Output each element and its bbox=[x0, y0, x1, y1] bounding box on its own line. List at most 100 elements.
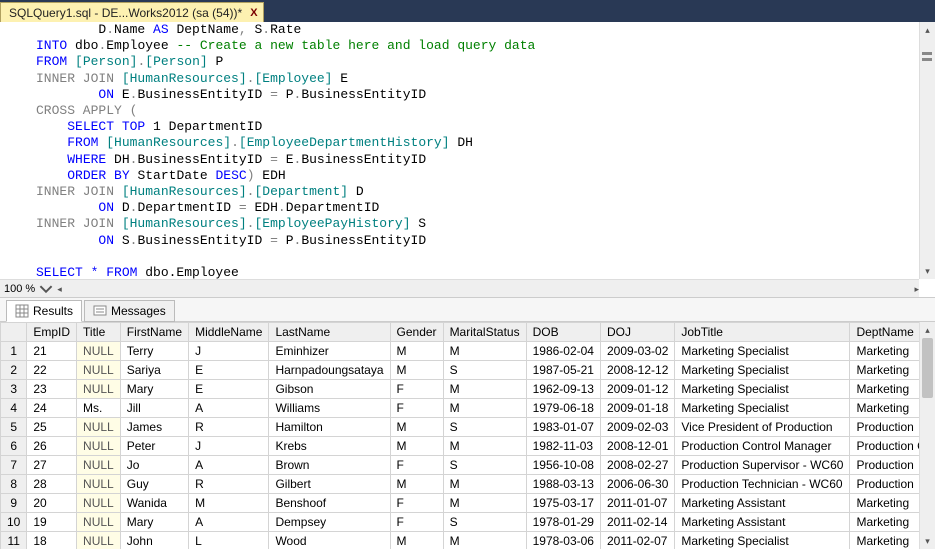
cell[interactable]: J bbox=[189, 342, 269, 361]
cell[interactable]: 1983-01-07 bbox=[526, 418, 600, 437]
cell[interactable]: Marketing Specialist bbox=[675, 380, 850, 399]
cell[interactable]: M bbox=[443, 475, 526, 494]
cell[interactable]: Marketing bbox=[850, 494, 919, 513]
zoom-level[interactable]: 100 % bbox=[0, 282, 57, 296]
row-number[interactable]: 5 bbox=[1, 418, 27, 437]
row-number[interactable]: 10 bbox=[1, 513, 27, 532]
table-row[interactable]: 626NULLPeterJKrebsMM1982-11-032008-12-01… bbox=[1, 437, 920, 456]
column-header[interactable]: MiddleName bbox=[189, 323, 269, 342]
cell[interactable]: A bbox=[189, 513, 269, 532]
cell[interactable]: M bbox=[443, 399, 526, 418]
cell[interactable]: A bbox=[189, 399, 269, 418]
cell[interactable]: 1978-03-06 bbox=[526, 532, 600, 549]
table-row[interactable]: 222NULLSariyaEHarnpadoungsatayaMS1987-05… bbox=[1, 361, 920, 380]
cell[interactable]: NULL bbox=[77, 380, 121, 399]
cell[interactable]: F bbox=[390, 399, 443, 418]
table-row[interactable]: 920NULLWanidaMBenshoofFM1975-03-172011-0… bbox=[1, 494, 920, 513]
cell[interactable]: E bbox=[189, 380, 269, 399]
column-header[interactable]: DOJ bbox=[600, 323, 674, 342]
cell[interactable]: 1986-02-04 bbox=[526, 342, 600, 361]
cell[interactable]: Marketing Assistant bbox=[675, 513, 850, 532]
cell[interactable]: Dempsey bbox=[269, 513, 390, 532]
cell[interactable]: 2008-12-01 bbox=[600, 437, 674, 456]
file-tab[interactable]: SQLQuery1.sql - DE...Works2012 (sa (54))… bbox=[0, 2, 264, 22]
cell[interactable]: 24 bbox=[27, 399, 77, 418]
cell[interactable]: NULL bbox=[77, 475, 121, 494]
table-row[interactable]: 828NULLGuyRGilbertMM1988-03-132006-06-30… bbox=[1, 475, 920, 494]
cell[interactable]: Benshoof bbox=[269, 494, 390, 513]
cell[interactable]: John bbox=[120, 532, 188, 549]
cell[interactable]: Marketing Specialist bbox=[675, 361, 850, 380]
cell[interactable]: Production bbox=[850, 456, 919, 475]
cell[interactable]: Gibson bbox=[269, 380, 390, 399]
cell[interactable]: Williams bbox=[269, 399, 390, 418]
table-row[interactable]: 424Ms.JillAWilliamsFM1979-06-182009-01-1… bbox=[1, 399, 920, 418]
row-number[interactable]: 2 bbox=[1, 361, 27, 380]
cell[interactable]: 23 bbox=[27, 380, 77, 399]
cell[interactable]: Production Control Manager bbox=[675, 437, 850, 456]
row-number[interactable]: 6 bbox=[1, 437, 27, 456]
close-icon[interactable]: X bbox=[250, 7, 257, 19]
cell[interactable]: Jill bbox=[120, 399, 188, 418]
cell[interactable]: Mary bbox=[120, 513, 188, 532]
cell[interactable]: 27 bbox=[27, 456, 77, 475]
cell[interactable]: NULL bbox=[77, 456, 121, 475]
cell[interactable]: M bbox=[390, 532, 443, 549]
cell[interactable]: M bbox=[443, 494, 526, 513]
cell[interactable]: Production bbox=[850, 475, 919, 494]
cell[interactable]: M bbox=[443, 532, 526, 549]
cell[interactable]: Production Supervisor - WC60 bbox=[675, 456, 850, 475]
cell[interactable]: 2011-02-07 bbox=[600, 532, 674, 549]
column-header[interactable]: Gender bbox=[390, 323, 443, 342]
cell[interactable]: 19 bbox=[27, 513, 77, 532]
cell[interactable]: M bbox=[390, 437, 443, 456]
cell[interactable]: M bbox=[443, 437, 526, 456]
table-row[interactable]: 727NULLJoABrownFS1956-10-082008-02-27Pro… bbox=[1, 456, 920, 475]
cell[interactable]: M bbox=[443, 380, 526, 399]
cell[interactable]: F bbox=[390, 513, 443, 532]
cell[interactable]: NULL bbox=[77, 437, 121, 456]
table-row[interactable]: 1019NULLMaryADempseyFS1978-01-292011-02-… bbox=[1, 513, 920, 532]
cell[interactable]: Marketing bbox=[850, 380, 919, 399]
column-header[interactable]: EmpID bbox=[27, 323, 77, 342]
cell[interactable]: S bbox=[443, 513, 526, 532]
cell[interactable]: M bbox=[390, 475, 443, 494]
cell[interactable]: M bbox=[390, 418, 443, 437]
cell[interactable]: M bbox=[390, 342, 443, 361]
cell[interactable]: Guy bbox=[120, 475, 188, 494]
row-number[interactable]: 9 bbox=[1, 494, 27, 513]
cell[interactable]: Production Technician - WC60 bbox=[675, 475, 850, 494]
cell[interactable]: S bbox=[443, 456, 526, 475]
cell[interactable]: M bbox=[390, 361, 443, 380]
cell[interactable]: 28 bbox=[27, 475, 77, 494]
column-header[interactable]: MaritalStatus bbox=[443, 323, 526, 342]
cell[interactable]: F bbox=[390, 380, 443, 399]
column-header[interactable]: FirstName bbox=[120, 323, 188, 342]
cell[interactable]: NULL bbox=[77, 418, 121, 437]
scrollbar-thumb[interactable] bbox=[922, 338, 933, 398]
table-row[interactable]: 525NULLJamesRHamiltonMS1983-01-072009-02… bbox=[1, 418, 920, 437]
scroll-down-icon[interactable]: ▾ bbox=[920, 263, 935, 279]
cell[interactable]: 26 bbox=[27, 437, 77, 456]
column-header[interactable]: LastName bbox=[269, 323, 390, 342]
cell[interactable]: 20 bbox=[27, 494, 77, 513]
column-header[interactable]: Title bbox=[77, 323, 121, 342]
cell[interactable]: 2011-02-14 bbox=[600, 513, 674, 532]
cell[interactable]: A bbox=[189, 456, 269, 475]
cell[interactable]: Eminhizer bbox=[269, 342, 390, 361]
column-header[interactable]: JobTitle bbox=[675, 323, 850, 342]
cell[interactable]: 1988-03-13 bbox=[526, 475, 600, 494]
cell[interactable]: 21 bbox=[27, 342, 77, 361]
cell[interactable]: Marketing bbox=[850, 361, 919, 380]
cell[interactable]: NULL bbox=[77, 494, 121, 513]
results-grid-scroll[interactable]: EmpIDTitleFirstNameMiddleNameLastNameGen… bbox=[0, 322, 919, 549]
table-row[interactable]: 1118NULLJohnLWoodMM1978-03-062011-02-07M… bbox=[1, 532, 920, 549]
cell[interactable]: 1982-11-03 bbox=[526, 437, 600, 456]
row-number[interactable]: 4 bbox=[1, 399, 27, 418]
cell[interactable]: Harnpadoungsataya bbox=[269, 361, 390, 380]
cell[interactable]: 22 bbox=[27, 361, 77, 380]
tab-messages[interactable]: Messages bbox=[84, 300, 175, 322]
cell[interactable]: S bbox=[443, 418, 526, 437]
cell[interactable]: James bbox=[120, 418, 188, 437]
cell[interactable]: Marketing Assistant bbox=[675, 494, 850, 513]
